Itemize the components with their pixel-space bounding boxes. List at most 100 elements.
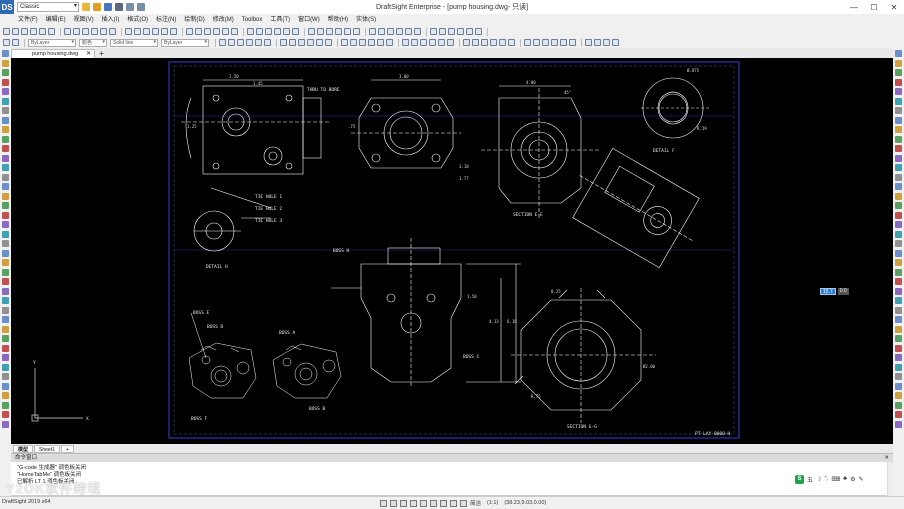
redo-icon[interactable] (137, 3, 145, 11)
tab-model[interactable]: 模型 (13, 444, 34, 453)
tool-button-icon[interactable] (405, 28, 412, 35)
tool-button-icon[interactable] (2, 401, 9, 409)
tool-button-icon[interactable] (2, 325, 9, 333)
tool-button-icon[interactable] (542, 38, 549, 46)
tool-button-icon[interactable] (265, 28, 272, 35)
tool-button-icon[interactable] (490, 38, 497, 46)
ime-keyboard-icon[interactable]: ⌨ (831, 476, 840, 483)
tool-button-icon[interactable] (255, 38, 262, 46)
menu-modify[interactable]: 修改(M) (209, 14, 238, 26)
tool-button-icon[interactable] (603, 38, 610, 46)
tool-button-icon[interactable] (2, 154, 9, 162)
menu-edit[interactable]: 编辑(E) (42, 14, 70, 26)
tool-button-icon[interactable] (447, 38, 454, 46)
tool-button-icon[interactable] (895, 278, 902, 285)
tool-button-icon[interactable] (594, 38, 601, 46)
workspace-select[interactable]: Classic (17, 2, 79, 12)
tool-button-icon[interactable] (64, 28, 71, 35)
esnap-toggle-icon[interactable] (420, 499, 427, 507)
tool-button-icon[interactable] (895, 97, 902, 105)
tool-button-icon[interactable] (2, 268, 9, 276)
tool-button-icon[interactable] (317, 28, 324, 35)
menu-tools[interactable]: 工具(T) (266, 14, 294, 26)
tool-button-icon[interactable] (895, 392, 902, 399)
menu-window[interactable]: 窗口(W) (294, 14, 324, 26)
tool-button-icon[interactable] (2, 50, 9, 57)
tool-button-icon[interactable] (895, 135, 902, 143)
tool-button-icon[interactable] (2, 97, 9, 105)
drawing-canvas[interactable]: Y X DETAIL H DETAIL F SECTION E-E SECTIO… (11, 58, 893, 444)
tool-button-icon[interactable] (350, 38, 357, 46)
tool-button-icon[interactable] (895, 59, 902, 67)
tool-button-icon[interactable] (895, 88, 902, 95)
tool-button-icon[interactable] (895, 306, 902, 314)
tool-button-icon[interactable] (2, 69, 9, 76)
close-button[interactable]: ✕ (884, 0, 904, 14)
tool-button-icon[interactable] (219, 38, 226, 46)
tool-button-icon[interactable] (2, 420, 9, 428)
tool-button-icon[interactable] (895, 173, 902, 181)
tool-button-icon[interactable] (2, 78, 9, 86)
tool-button-icon[interactable] (508, 38, 515, 46)
tool-button-icon[interactable] (895, 230, 902, 238)
tool-button-icon[interactable] (30, 28, 37, 35)
print-icon[interactable] (115, 3, 123, 11)
tool-button-icon[interactable] (439, 28, 446, 35)
tool-button-icon[interactable] (551, 38, 558, 46)
polar-toggle-icon[interactable] (410, 499, 417, 507)
tool-button-icon[interactable] (895, 401, 902, 409)
tool-button-icon[interactable] (2, 183, 9, 190)
tool-button-icon[interactable] (48, 28, 55, 35)
tool-button-icon[interactable] (895, 325, 902, 333)
tool-button-icon[interactable] (2, 59, 9, 67)
tool-button-icon[interactable] (2, 411, 9, 418)
tool-button-icon[interactable] (2, 135, 9, 143)
tool-button-icon[interactable] (457, 28, 464, 35)
tool-button-icon[interactable] (895, 50, 902, 57)
menu-file[interactable]: 文件(F) (14, 14, 42, 26)
tool-button-icon[interactable] (499, 38, 506, 46)
tool-button-icon[interactable] (274, 28, 281, 35)
tool-button-icon[interactable] (585, 38, 592, 46)
tab-sheet1[interactable]: Sheet1 (34, 444, 60, 453)
tool-button-icon[interactable] (247, 28, 254, 35)
menu-draw[interactable]: 绘制(D) (180, 14, 208, 26)
tool-button-icon[interactable] (2, 335, 9, 342)
tool-button-icon[interactable] (307, 38, 314, 46)
tool-button-icon[interactable] (2, 306, 9, 314)
ime-mode-icon[interactable]: 五 (807, 475, 813, 484)
tool-button-icon[interactable] (2, 211, 9, 219)
tool-button-icon[interactable] (292, 28, 299, 35)
tool-button-icon[interactable] (283, 28, 290, 35)
lineweight-toggle-icon[interactable] (440, 499, 447, 507)
tool-button-icon[interactable] (895, 259, 902, 266)
tool-button-icon[interactable] (448, 28, 455, 35)
maximize-button[interactable]: ☐ (864, 0, 884, 14)
save-icon[interactable] (104, 3, 112, 11)
tool-button-icon[interactable] (161, 28, 168, 35)
layer-combo[interactable]: ByLayer (28, 38, 76, 47)
menu-insert[interactable]: 插入(I) (98, 14, 124, 26)
add-sheet-button[interactable]: + (60, 444, 74, 453)
tool-button-icon[interactable] (429, 38, 436, 46)
layer-state-icon[interactable] (12, 39, 19, 46)
menu-entity[interactable]: 实体(S) (352, 14, 380, 26)
tool-button-icon[interactable] (326, 28, 333, 35)
tool-button-icon[interactable] (222, 28, 229, 35)
tool-button-icon[interactable] (73, 28, 80, 35)
tool-button-icon[interactable] (377, 38, 384, 46)
minimize-button[interactable]: — (844, 0, 864, 14)
model-toggle-icon[interactable] (450, 499, 457, 507)
tool-button-icon[interactable] (228, 38, 235, 46)
tool-button-icon[interactable] (298, 38, 305, 46)
tool-button-icon[interactable] (895, 363, 902, 371)
tool-button-icon[interactable] (21, 28, 28, 35)
tool-button-icon[interactable] (895, 192, 902, 200)
tool-button-icon[interactable] (2, 392, 9, 399)
tool-button-icon[interactable] (895, 183, 902, 190)
ime-punct-icon[interactable]: °, (824, 476, 828, 482)
tool-button-icon[interactable] (2, 192, 9, 200)
dynamic-input-toggle-icon[interactable] (460, 499, 467, 507)
tool-button-icon[interactable] (2, 382, 9, 390)
tool-button-icon[interactable] (2, 344, 9, 352)
